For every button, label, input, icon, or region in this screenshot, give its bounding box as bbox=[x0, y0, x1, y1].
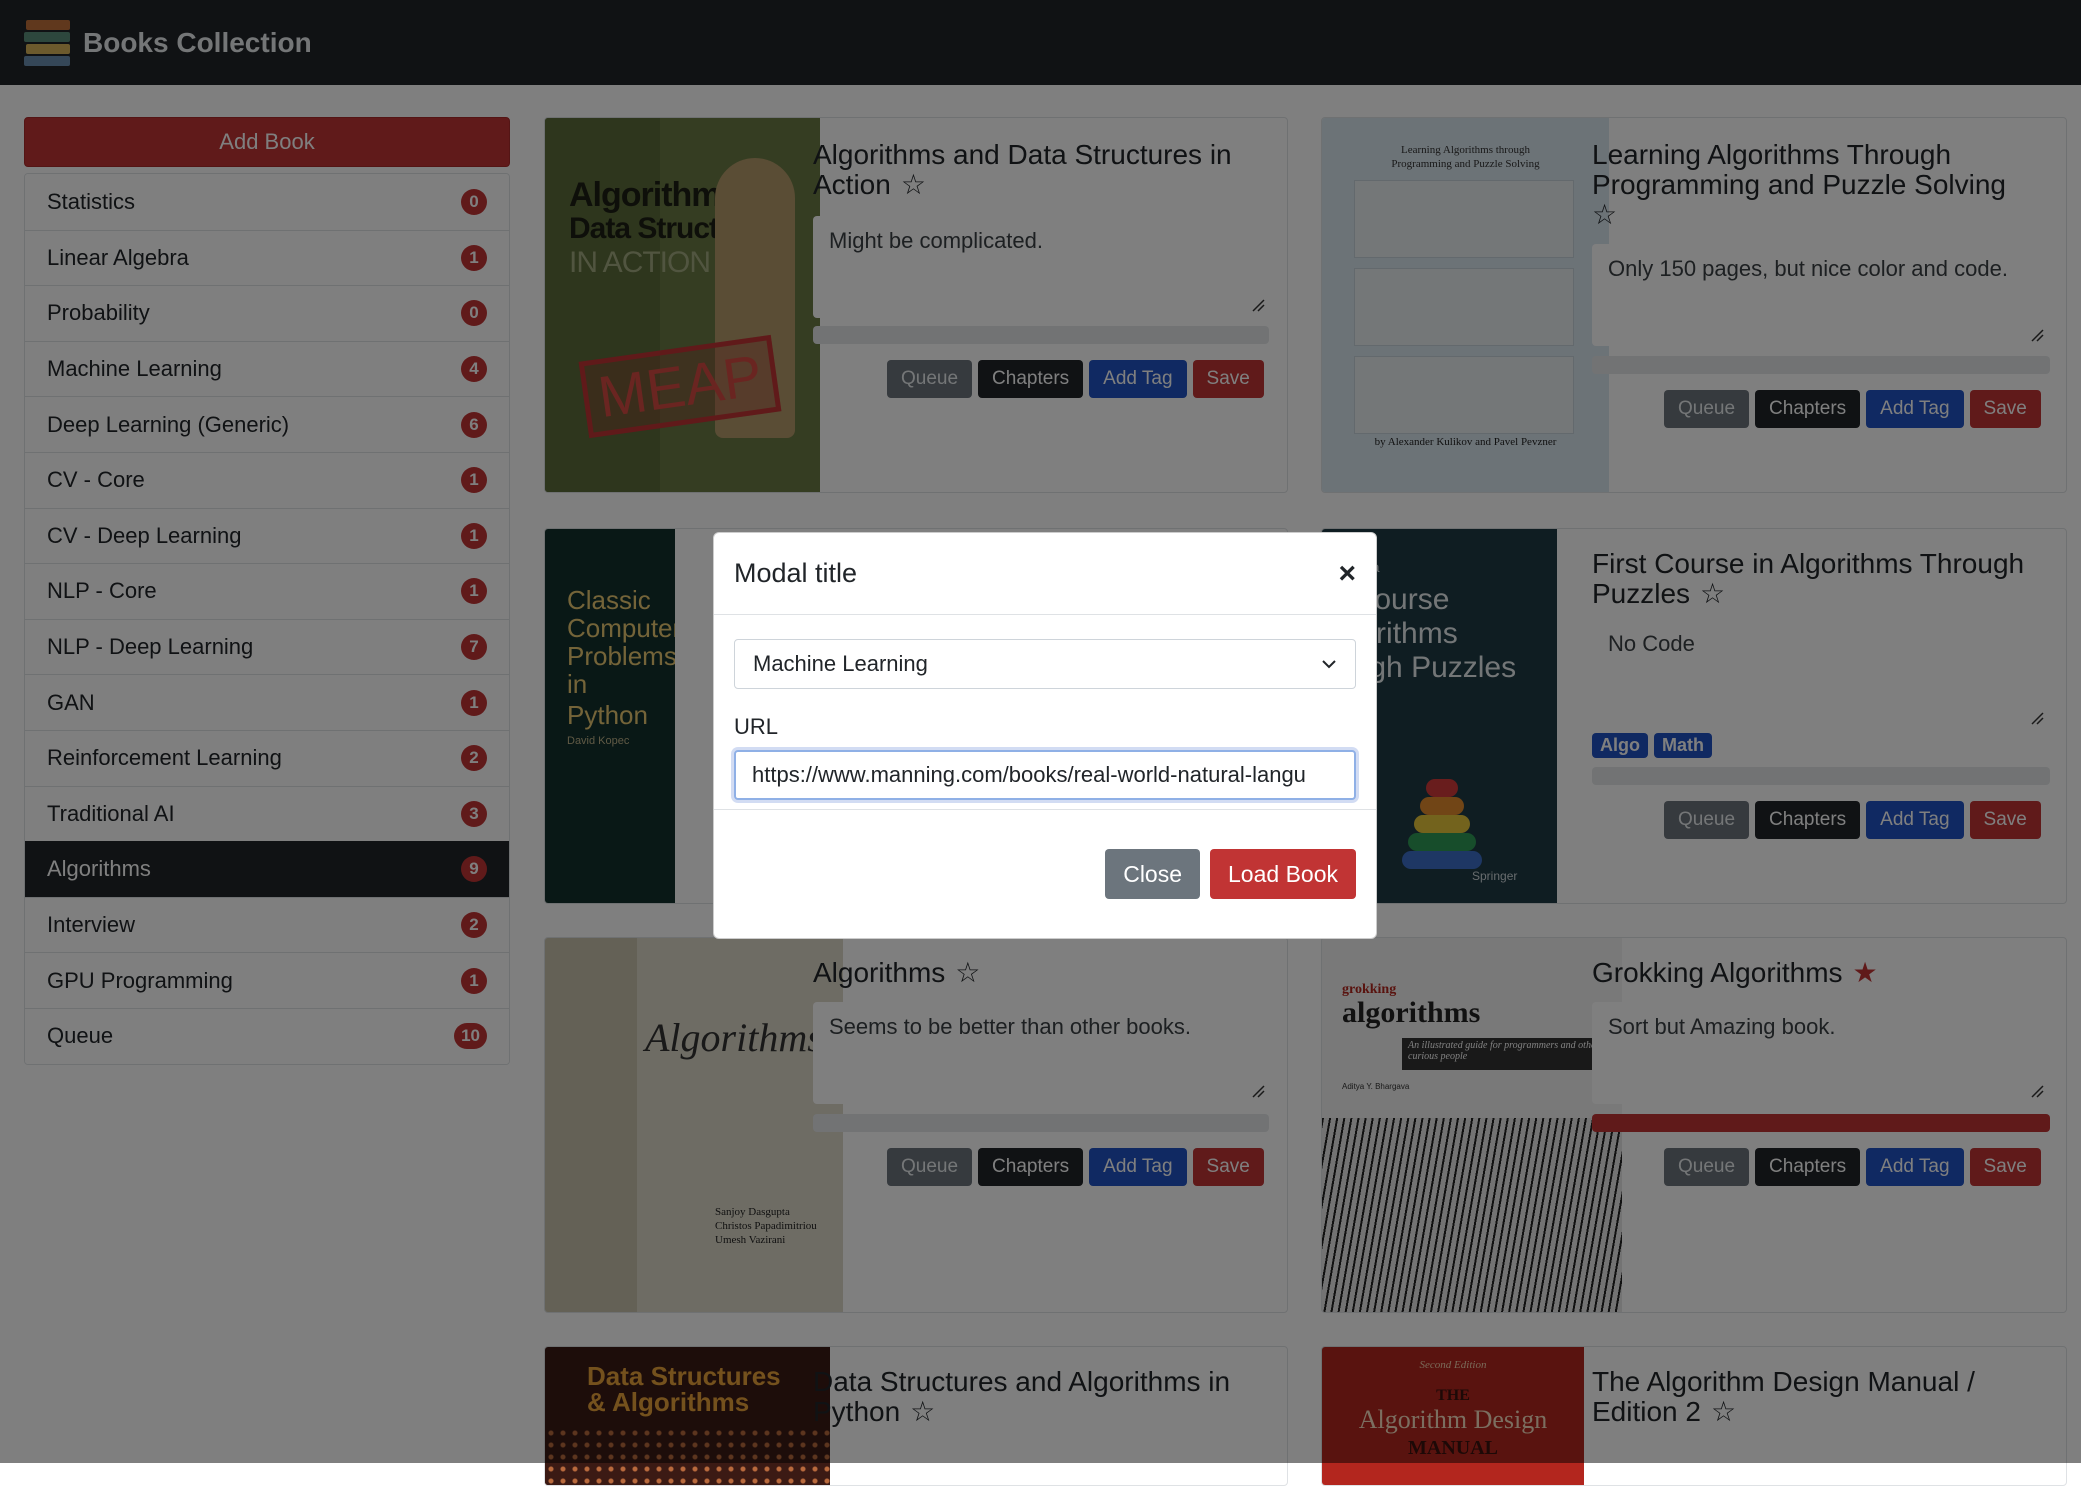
modal-body: Machine Learning URL bbox=[714, 615, 1376, 810]
load-book-button[interactable]: Load Book bbox=[1210, 849, 1356, 899]
url-label: URL bbox=[734, 714, 779, 739]
close-button[interactable]: Close bbox=[1105, 849, 1201, 899]
close-icon[interactable]: × bbox=[1338, 557, 1356, 591]
category-select-value: Machine Learning bbox=[753, 651, 928, 676]
category-select[interactable]: Machine Learning bbox=[734, 639, 1356, 689]
chevron-down-icon bbox=[1322, 660, 1336, 669]
load-book-modal: Modal title × Machine Learning URL Close… bbox=[713, 532, 1377, 939]
modal-title: Modal title bbox=[734, 558, 858, 588]
url-input[interactable] bbox=[734, 750, 1356, 800]
modal-header: Modal title × bbox=[714, 533, 1376, 615]
modal-footer: Close Load Book bbox=[714, 810, 1376, 938]
